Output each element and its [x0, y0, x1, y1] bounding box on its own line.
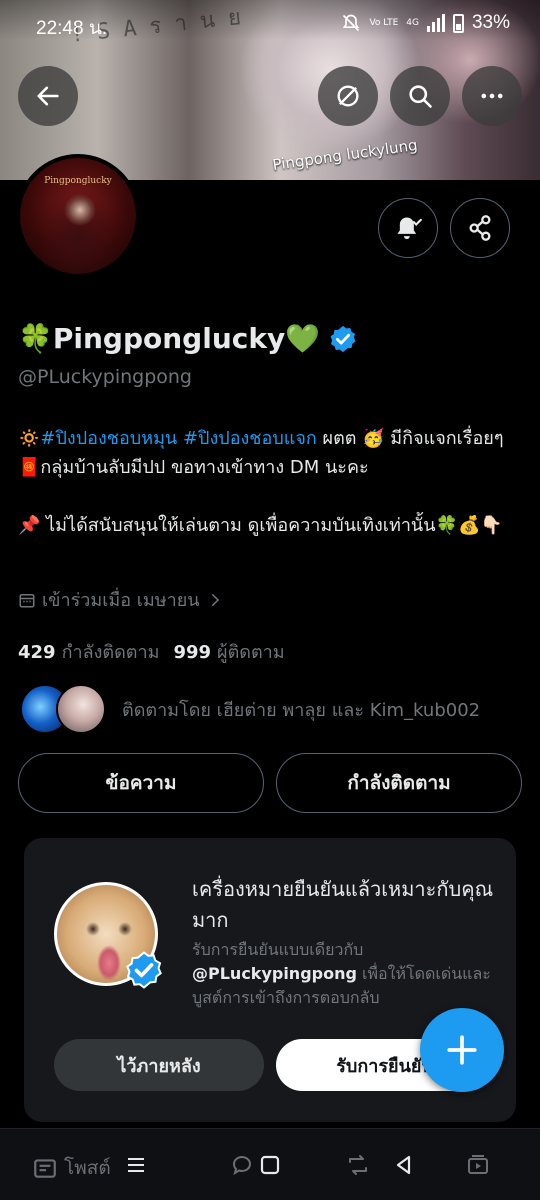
chevron-right-icon — [211, 593, 219, 606]
recents-icon — [128, 1158, 144, 1172]
recents-nav-button[interactable] — [124, 1153, 148, 1181]
home-icon — [260, 1155, 280, 1175]
joined-label: เข้าร่วมเมื่อ เมษายน — [42, 590, 200, 611]
battery-icon — [452, 13, 464, 33]
following-count-link[interactable]: 429 กำลังติดตาม — [18, 637, 159, 666]
tab-posts[interactable]: โพสต์ — [32, 1153, 111, 1183]
more-icon — [481, 93, 503, 99]
follow-counts: 429 กำลังติดตาม 999 ผู้ติดตาม — [18, 637, 285, 666]
follower-avatar — [56, 684, 106, 734]
message-button[interactable]: ข้อความ — [18, 753, 264, 813]
profile-avatar[interactable]: Pingponglucky — [16, 154, 140, 278]
followed-by-text: ติดตามโดย เฮียต่าย พาลุย และ Kim_kub002 — [122, 699, 481, 721]
hashtag-link[interactable]: #ปิงปองชอบหมุน — [40, 428, 177, 449]
battery-level: 33% — [471, 12, 510, 33]
mute-icon — [343, 14, 360, 32]
posts-icon — [34, 1159, 56, 1178]
bio-line-2: 📌 ไม่ได้สนับสนุนให้เล่นตาม ดูเพื่อความบั… — [18, 515, 503, 536]
bell-check-icon — [397, 217, 422, 240]
network-type: 4G — [406, 17, 419, 28]
share-icon — [469, 215, 491, 241]
hashtag-link[interactable]: #ปิงปองชอบแจก — [183, 428, 317, 449]
user-handle: @PLuckypingpong — [18, 366, 192, 388]
compose-button[interactable] — [420, 1008, 504, 1092]
back-nav-button[interactable] — [392, 1153, 416, 1181]
hide-icon — [337, 85, 359, 107]
search-icon — [409, 85, 432, 108]
tab-media[interactable] — [466, 1153, 490, 1181]
plus-icon — [447, 1035, 477, 1065]
joined-date[interactable]: เข้าร่วมเมื่อ เมษายน — [18, 585, 224, 614]
verified-icon — [126, 951, 162, 989]
back-icon — [396, 1155, 411, 1175]
back-button[interactable] — [18, 66, 78, 126]
notifications-button[interactable] — [378, 198, 438, 258]
home-nav-button[interactable] — [258, 1153, 282, 1181]
tab-reposts[interactable] — [346, 1153, 370, 1181]
status-bar: 22:48 น. Vo LTE 4G 33% — [0, 0, 540, 46]
profile-tabs: โพสต์ — [0, 1128, 540, 1200]
tab-posts-label: โพสต์ — [64, 1157, 111, 1179]
promo-title: เครื่องหมายยืนยันแล้วเหมาะกับคุณมาก — [192, 877, 494, 932]
profile-bio: 🔅#ปิงปองชอบหมุน #ปิงปองชอบแจก ผตต 🥳 มีกิ… — [18, 424, 518, 540]
later-button[interactable]: ไว้ภายหลัง — [54, 1039, 264, 1091]
following-button[interactable]: กำลังติดตาม — [276, 753, 522, 813]
promo-description: รับการยืนยันแบบเดียวกับ @PLuckypingpong … — [192, 940, 491, 1007]
signal-icon — [426, 14, 445, 32]
status-time: 22:48 น. — [36, 18, 108, 39]
name-row: 🍀Pingponglucky💚 — [18, 322, 358, 355]
search-button[interactable] — [390, 66, 450, 126]
reply-icon — [233, 1156, 251, 1176]
followers-count-link[interactable]: 999 ผู้ติดตาม — [173, 637, 284, 666]
tab-replies[interactable] — [230, 1153, 254, 1181]
bio-line-1: 🔅#ปิงปองชอบหมุน #ปิงปองชอบแจก ผตต 🥳 มีกิ… — [18, 428, 504, 478]
share-button[interactable] — [450, 198, 510, 258]
more-button[interactable] — [462, 66, 522, 126]
back-arrow-icon — [37, 86, 59, 106]
network-label: Vo LTE — [369, 17, 399, 28]
media-icon — [468, 1155, 488, 1174]
verified-icon — [330, 325, 356, 352]
hide-button[interactable] — [318, 66, 378, 126]
calendar-icon — [19, 593, 35, 607]
verified-badge[interactable] — [328, 324, 358, 354]
display-name: 🍀Pingponglucky💚 — [18, 322, 321, 355]
avatar-caption: Pingponglucky — [44, 176, 112, 186]
repost-icon — [349, 1155, 367, 1175]
followed-by[interactable]: ติดตามโดย เฮียต่าย พาลุย และ Kim_kub002 — [20, 684, 480, 734]
banner-watermark: Pingpong luckylung — [271, 135, 419, 175]
